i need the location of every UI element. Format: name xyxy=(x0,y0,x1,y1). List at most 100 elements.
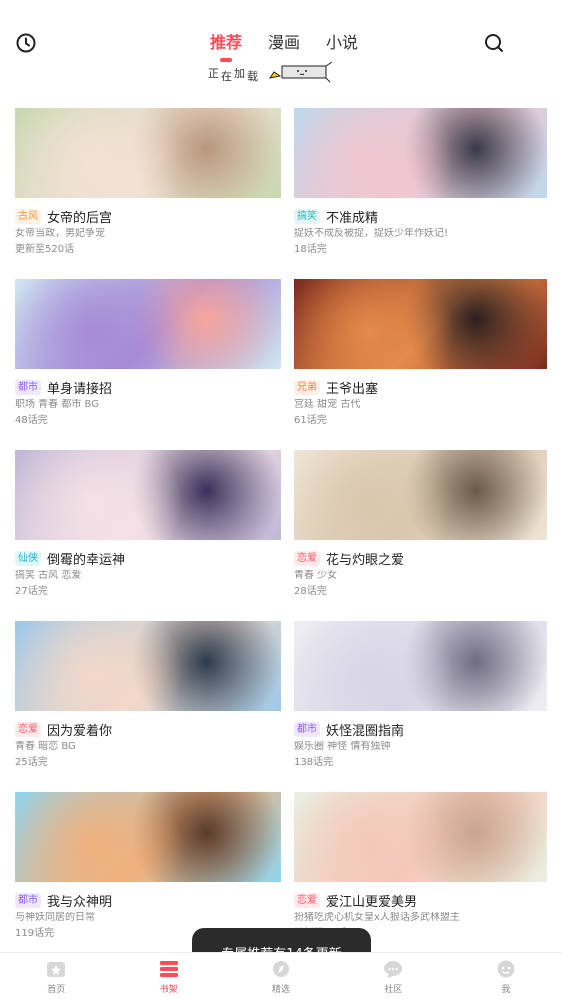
tab-novels[interactable]: 小说 xyxy=(326,32,358,54)
genre-badge: 古风 xyxy=(15,208,41,224)
comic-card[interactable]: 都市 妖怪混圈指南娱乐圈 神怪 情有独钟 138话完 xyxy=(294,621,547,792)
comic-card[interactable]: 恋爱 花与灼眼之爱青春 少女 28话完 xyxy=(294,450,547,621)
comic-description: 扮猪吃虎心机女皇x人狠话多武林盟主 xyxy=(294,912,460,923)
comic-cover-image[interactable] xyxy=(15,450,281,540)
comic-title-row: 恋爱 爱江山更爱美男 xyxy=(294,892,547,910)
comic-card[interactable]: 兄弟 王爷出塞宫廷 甜宠 古代 61话完 xyxy=(294,279,547,450)
comic-cover-image[interactable] xyxy=(15,279,281,369)
genre-badge: 兄弟 xyxy=(294,379,320,395)
comic-title-row: 搞笑 不准成精 xyxy=(294,208,547,226)
nav-bookshelf[interactable]: 书架 xyxy=(112,953,224,999)
nav-label: 社区 xyxy=(384,985,403,995)
genre-badge: 仙侠 xyxy=(15,550,41,566)
comic-title: 妖怪混圈指南 xyxy=(326,723,405,739)
comic-title-row: 都市 妖怪混圈指南 xyxy=(294,721,547,739)
genre-badge: 搞笑 xyxy=(294,208,320,224)
comic-title-row: 都市 单身请接招 xyxy=(15,379,281,397)
nav-community[interactable]: 社区 xyxy=(337,953,449,999)
nav-profile[interactable]: 我 xyxy=(450,953,562,999)
comic-title: 不准成精 xyxy=(326,210,379,226)
comic-episode-count: 138话完 xyxy=(294,757,334,768)
loading-char: 正 xyxy=(208,67,221,80)
category-tabs: 推荐 漫画 小说 xyxy=(210,32,358,62)
loading-char: 加 xyxy=(234,67,247,80)
comic-description: 青春 暗恋 BG xyxy=(15,741,76,752)
comic-grid: 古风 女帝的后宫 女帝当政，男妃争宠 更新至520话 搞笑 不准成精 捉妖不成反被捉，捉妖少… xyxy=(15,108,547,963)
loading-indicator: 正在加载 xyxy=(208,62,338,84)
comic-title: 因为爱着你 xyxy=(47,723,113,739)
comic-title: 王爷出塞 xyxy=(326,381,379,397)
genre-badge: 恋爱 xyxy=(294,892,320,908)
comic-cover-image[interactable] xyxy=(294,792,547,882)
comic-title-row: 古风 女帝的后宫 xyxy=(15,208,281,226)
comic-description: 与神妖同居的日常 xyxy=(15,912,95,923)
loading-text: 正在加载 xyxy=(208,65,260,83)
tab-recommend[interactable]: 推荐 xyxy=(210,32,243,62)
comic-episode-count: 更新至520话 xyxy=(15,244,75,255)
comic-cover-image[interactable] xyxy=(294,279,547,369)
comic-title-row: 恋爱 因为爱着你 xyxy=(15,721,281,739)
comic-cover-image[interactable] xyxy=(15,621,281,711)
comic-title: 我与众神明 xyxy=(47,894,113,910)
nav-label: 精选 xyxy=(272,985,291,995)
comic-card[interactable]: 都市 单身请接招职场 青春 都市 BG 48话完 xyxy=(15,279,281,450)
chat-bubble-icon xyxy=(382,959,404,979)
comic-cover-image[interactable] xyxy=(294,108,547,198)
comic-title: 花与灼眼之爱 xyxy=(326,552,405,568)
comic-episode-count: 28话完 xyxy=(294,586,327,597)
genre-badge: 都市 xyxy=(15,892,41,908)
comic-title-row: 仙侠 倒霉的幸运神 xyxy=(15,550,281,568)
loading-char: 在 xyxy=(221,70,234,83)
nav-label: 我 xyxy=(501,985,511,995)
genre-badge: 都市 xyxy=(294,721,320,737)
comic-title: 单身请接招 xyxy=(47,381,113,397)
loading-char: 载 xyxy=(247,70,260,83)
clock-icon[interactable] xyxy=(13,30,39,56)
profile-icon xyxy=(495,959,517,979)
comic-description: 捉妖不成反被捉，捉妖少年作妖记! xyxy=(294,228,449,239)
comic-cover-image[interactable] xyxy=(15,792,281,882)
tab-label: 漫画 xyxy=(268,33,301,52)
search-icon[interactable] xyxy=(481,30,507,56)
nav-featured[interactable]: 精选 xyxy=(225,953,337,999)
tab-label: 推荐 xyxy=(210,33,243,52)
tab-comics[interactable]: 漫画 xyxy=(268,32,300,54)
comic-episode-count: 27话完 xyxy=(15,586,48,597)
comic-card[interactable]: 仙侠 倒霉的幸运神搞笑 古风 恋爱 27话完 xyxy=(15,450,281,621)
compass-icon xyxy=(270,959,292,979)
comic-card[interactable]: 古风 女帝的后宫女帝当政，男妃争宠 更新至520话 xyxy=(15,108,281,279)
genre-badge: 都市 xyxy=(15,379,41,395)
comic-episode-count: 18话完 xyxy=(294,244,327,255)
comic-title-row: 都市 我与众神明 xyxy=(15,892,281,910)
comic-description: 女帝当政，男妃争宠 xyxy=(15,228,105,239)
bottom-nav: 首页 书架 精选 社区 我 xyxy=(0,952,562,999)
tab-label: 小说 xyxy=(326,33,359,52)
loading-mascot-icon xyxy=(268,62,333,83)
comic-cover-image[interactable] xyxy=(15,108,281,198)
bookshelf-icon xyxy=(158,959,180,979)
comic-episode-count: 25话完 xyxy=(15,757,48,768)
comic-title-row: 兄弟 王爷出塞 xyxy=(294,379,547,397)
comic-card[interactable]: 搞笑 不准成精捉妖不成反被捉，捉妖少年作妖记! 18话完 xyxy=(294,108,547,279)
genre-badge: 恋爱 xyxy=(294,550,320,566)
comic-episode-count: 48话完 xyxy=(15,415,48,426)
comic-cover-image[interactable] xyxy=(294,621,547,711)
comic-cover-image[interactable] xyxy=(294,450,547,540)
comic-description: 娱乐圈 神怪 情有独钟 xyxy=(294,741,391,752)
comic-title-row: 恋爱 花与灼眼之爱 xyxy=(294,550,547,568)
top-header: 推荐 漫画 小说 正在加载 xyxy=(0,0,562,96)
comic-title: 爱江山更爱美男 xyxy=(326,894,418,910)
comic-description: 宫廷 甜宠 古代 xyxy=(294,399,361,410)
comic-title: 倒霉的幸运神 xyxy=(47,552,126,568)
comic-description: 职场 青春 都市 BG xyxy=(15,399,99,410)
comic-card[interactable]: 恋爱 因为爱着你青春 暗恋 BG 25话完 xyxy=(15,621,281,792)
comic-title: 女帝的后宫 xyxy=(47,210,113,226)
comic-episode-count: 61话完 xyxy=(294,415,327,426)
nav-label: 书架 xyxy=(159,985,178,995)
comic-description: 青春 少女 xyxy=(294,570,338,581)
nav-label: 首页 xyxy=(47,985,66,995)
nav-home[interactable]: 首页 xyxy=(0,953,112,999)
home-icon xyxy=(45,959,67,979)
genre-badge: 恋爱 xyxy=(15,721,41,737)
comic-description: 搞笑 古风 恋爱 xyxy=(15,570,82,581)
